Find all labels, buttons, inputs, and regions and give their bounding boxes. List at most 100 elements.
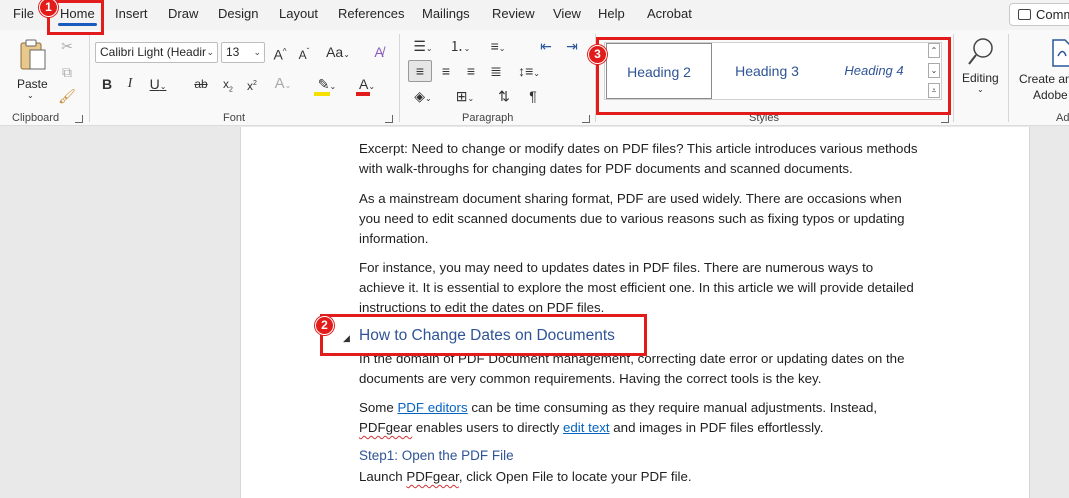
spelling-flag[interactable]: PDFgear <box>406 469 458 484</box>
font-color-icon[interactable]: A⌄ <box>353 74 381 97</box>
font-size-value: 13 <box>226 45 240 59</box>
group-divider <box>1008 34 1009 122</box>
tab-layout[interactable]: Layout <box>279 6 318 21</box>
annotation-badge-2: 2 <box>315 316 334 335</box>
bold-icon[interactable]: B <box>98 74 116 94</box>
numbering-icon[interactable]: ⒈⌄ <box>445 36 475 59</box>
text-effects-icon[interactable]: A⌄ <box>271 74 295 96</box>
create-adobe-pdf-button[interactable]: Create an Adobe <box>1016 34 1069 110</box>
cut-icon[interactable]: ✂ <box>57 36 77 56</box>
paragraph-editors[interactable]: Some PDF editors can be time consuming a… <box>359 398 919 438</box>
italic-icon[interactable]: I <box>121 74 139 94</box>
text-run: and images in PDF files effortlessly. <box>609 420 824 435</box>
pdf-editors-link[interactable]: PDF editors <box>397 400 467 415</box>
comment-icon <box>1018 9 1031 20</box>
tab-file[interactable]: File <box>13 6 34 21</box>
style-heading-3[interactable]: Heading 3 <box>715 43 819 99</box>
adobe-pdf-icon <box>1052 39 1069 67</box>
styles-group-label: Styles <box>749 112 779 124</box>
group-divider <box>399 34 400 122</box>
chevron-down-icon: ⌄ <box>977 85 984 94</box>
align-left-icon[interactable]: ≡ <box>408 60 432 82</box>
comments-label: Comm <box>1036 7 1069 22</box>
chevron-down-icon: ⌄ <box>206 47 214 57</box>
adobe-group-label: Ad <box>1056 112 1069 124</box>
clipboard-launcher-icon[interactable] <box>75 115 83 123</box>
tab-help[interactable]: Help <box>598 6 625 21</box>
tab-acrobat[interactable]: Acrobat <box>647 6 692 21</box>
text-run: Some <box>359 400 398 415</box>
adobe-label-line2: Adobe <box>1033 88 1068 102</box>
tab-draw[interactable]: Draw <box>168 6 198 21</box>
editing-button[interactable]: Editing ⌄ <box>960 34 1002 104</box>
tab-design[interactable]: Design <box>218 6 258 21</box>
spelling-flag[interactable]: PDFgear <box>359 420 412 435</box>
superscript-icon[interactable]: x2 <box>242 74 262 96</box>
underline-icon[interactable]: U⌄ <box>146 74 170 97</box>
document-heading[interactable]: How to Change Dates on Documents <box>359 327 615 345</box>
highlight-icon[interactable]: ✎⌄ <box>312 74 342 97</box>
line-spacing-icon[interactable]: ↕≡⌄ <box>512 61 546 84</box>
align-center-icon[interactable]: ≡ <box>436 61 456 81</box>
decrease-indent-icon[interactable]: ⇤ <box>536 36 556 56</box>
paragraph-instance[interactable]: For instance, you may need to updates da… <box>359 258 919 318</box>
annotation-badge-3: 3 <box>588 45 607 64</box>
grow-font-icon[interactable]: A^ <box>270 42 290 65</box>
font-name-combo[interactable]: Calibri Light (Headir ⌄ <box>95 42 218 63</box>
shrink-font-icon[interactable]: Aˇ <box>294 42 314 65</box>
bullets-icon[interactable]: ☰⌄ <box>408 36 438 59</box>
editing-label: Editing <box>962 71 999 85</box>
format-painter-icon[interactable]: 🖌 <box>57 86 77 106</box>
clipboard-group-label: Clipboard <box>12 112 60 124</box>
paragraph-group-label: Paragraph <box>462 112 514 124</box>
paragraph-domain[interactable]: In the domain of PDF Document management… <box>359 349 919 389</box>
font-launcher-icon[interactable] <box>385 115 393 123</box>
tab-home[interactable]: Home <box>58 6 97 26</box>
chevron-down-icon: ⌄ <box>253 47 261 57</box>
increase-indent-icon[interactable]: ⇥ <box>562 36 582 56</box>
font-size-combo[interactable]: 13 ⌄ <box>221 42 265 63</box>
tab-references[interactable]: References <box>338 6 404 21</box>
comments-button[interactable]: Comm <box>1009 3 1069 26</box>
edit-text-link[interactable]: edit text <box>563 420 610 435</box>
text-run: enables users to directly <box>412 420 563 435</box>
text-run: , click Open File to locate your PDF fil… <box>458 469 692 484</box>
step-heading[interactable]: Step1: Open the PDF File <box>359 448 514 463</box>
tab-mailings[interactable]: Mailings <box>422 6 470 21</box>
paragraph-excerpt[interactable]: Excerpt: Need to change or modify dates … <box>359 139 919 179</box>
styles-scroll-up-icon[interactable]: ⌃ <box>928 43 940 58</box>
paragraph-launch[interactable]: Launch PDFgear, click Open File to locat… <box>359 467 919 487</box>
shading-icon[interactable]: ◈⌄ <box>408 86 438 109</box>
change-case-icon[interactable]: Aa⌄ <box>324 42 352 65</box>
align-right-icon[interactable]: ≡ <box>461 61 481 81</box>
chevron-down-icon: ⌄ <box>27 91 34 100</box>
ribbon-tab-bar: File Home Insert Draw Design Layout Refe… <box>0 0 1069 30</box>
justify-icon[interactable]: ≣ <box>486 61 506 81</box>
adobe-label-line1: Create an <box>1019 72 1069 86</box>
tab-review[interactable]: Review <box>492 6 535 21</box>
font-name-value: Calibri Light (Headir <box>100 45 207 59</box>
style-heading-2[interactable]: Heading 2 <box>606 43 712 99</box>
multilevel-list-icon[interactable]: ≡⌄ <box>482 36 514 59</box>
style-heading-4[interactable]: Heading 4 <box>821 43 927 99</box>
sort-icon[interactable]: ⇅ <box>494 86 514 106</box>
clear-formatting-icon[interactable]: A̸ <box>368 42 390 62</box>
borders-icon[interactable]: ⊞⌄ <box>450 86 480 109</box>
styles-scroll-down-icon[interactable]: ⌄ <box>928 63 940 78</box>
copy-icon[interactable]: ⧉ <box>57 62 77 82</box>
show-formatting-icon[interactable]: ¶ <box>524 86 542 106</box>
text-run: Launch <box>359 469 407 484</box>
paste-icon <box>20 39 46 70</box>
strikethrough-icon[interactable]: ab <box>190 74 212 94</box>
paste-button[interactable]: Paste ⌄ <box>14 36 50 102</box>
tab-view[interactable]: View <box>553 6 581 21</box>
text-run: can be time consuming as they require ma… <box>467 400 878 415</box>
styles-launcher-icon[interactable] <box>941 115 949 123</box>
subscript-icon[interactable]: x2 <box>218 74 238 100</box>
tab-insert[interactable]: Insert <box>115 6 148 21</box>
paragraph-launcher-icon[interactable] <box>582 115 590 123</box>
search-icon <box>968 38 993 65</box>
styles-more-icon[interactable]: ⩡ <box>928 83 940 98</box>
collapse-heading-icon[interactable]: ◢ <box>343 333 350 344</box>
paragraph-intro[interactable]: As a mainstream document sharing format,… <box>359 189 919 249</box>
